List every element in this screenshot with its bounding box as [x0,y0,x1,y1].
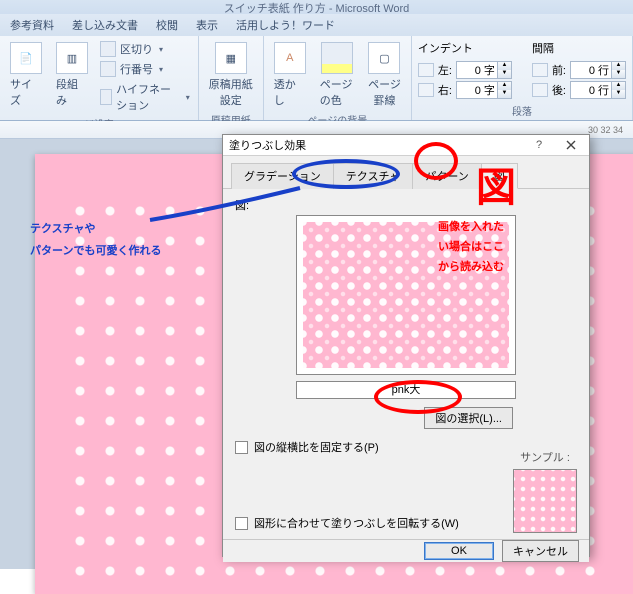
line-numbers-label: 行番号 [120,61,153,77]
ribbon-tab-mailings[interactable]: 差し込み文書 [72,17,138,33]
cancel-button[interactable]: キャンセル [502,540,579,562]
lock-aspect-checkbox[interactable] [235,441,248,454]
ribbon-group-paragraph: インデント 左: ▲▼ 右: ▲▼ 間隔 前: ▲▼ [412,36,633,120]
watermark-button[interactable]: A 透かし [270,40,310,110]
sample-swatch [513,469,577,533]
group-label-paragraph: 段落 [418,101,626,120]
dialog-help-button[interactable]: ? [527,135,551,155]
genkou-button[interactable]: ▦ 原稿用紙 設定 [205,40,257,110]
dialog-button-row: OK キャンセル [223,539,589,562]
ribbon-tab-references[interactable]: 参考資料 [10,17,54,33]
chevron-down-icon: ▾ [159,45,163,54]
spin-up[interactable]: ▲ [611,62,625,70]
page-border-button[interactable]: ▢ ページ 罫線 [364,40,405,110]
genkou-label: 原稿用紙 設定 [209,76,253,108]
window-title: スイッチ表紙 作り方 - Microsoft Word [0,0,633,14]
breaks-label: 区切り [120,41,153,57]
ribbon: 📄 サイズ ▥ 段組み 区切り▾ 行番号▾ ハイフネーション▾ ジ設定 ▦ 原稿… [0,36,633,121]
ribbon-group-page-bg: A 透かし ページの色 ▢ ページ 罫線 ページの背景 [264,36,412,120]
ribbon-tab-review[interactable]: 校閲 [156,17,178,33]
tab-gradient[interactable]: グラデーション [231,163,334,189]
spin-up[interactable]: ▲ [611,82,625,90]
indent-left-spinner[interactable]: ▲▼ [456,61,512,79]
indent-right-input[interactable] [457,82,497,98]
ribbon-tabs: 参考資料 差し込み文書 校閲 表示 活用しよう！ワード [0,14,633,36]
picture-preview [303,222,509,368]
watermark-icon: A [274,42,306,74]
spin-down[interactable]: ▼ [497,90,511,98]
picture-preview-frame [296,215,516,375]
ribbon-tab-addin[interactable]: 活用しよう！ワード [236,17,335,33]
page-border-icon: ▢ [368,42,400,74]
spin-down[interactable]: ▼ [611,70,625,78]
chevron-down-icon: ▾ [186,93,190,102]
close-icon [566,140,576,150]
size-button-label: サイズ [10,76,42,108]
spin-down[interactable]: ▼ [497,70,511,78]
columns-button-label: 段組み [56,76,88,108]
lock-aspect-label: 図の縦横比を固定する(P) [254,439,379,455]
dialog-close-button[interactable] [559,135,583,155]
spacing-before-input[interactable] [571,62,611,78]
ribbon-tab-view[interactable]: 表示 [196,17,218,33]
tab-texture[interactable]: テクスチャ [333,163,414,189]
tab-pattern[interactable]: パターン [412,163,481,189]
ribbon-group-page-setup: 📄 サイズ ▥ 段組み 区切り▾ 行番号▾ ハイフネーション▾ ジ設定 [0,36,199,120]
dialog-body: 図: pnk大 図の選択(L)... 図の縦横比を固定する(P) 図形に合わせて… [223,189,589,539]
indent-right-spinner[interactable]: ▲▼ [456,81,512,99]
page-border-label: ページ 罫線 [368,76,401,108]
spacing-after-spinner[interactable]: ▲▼ [570,81,626,99]
dialog-titlebar: 塗りつぶし効果 ? [223,135,589,156]
fill-effects-dialog: 塗りつぶし効果 ? グラデーション テクスチャ パターン 図 図: pnk大 図… [222,134,590,557]
spacing-before-label: 前: [552,62,566,78]
indent-right-label: 右: [438,82,452,98]
columns-button[interactable]: ▥ 段組み [52,40,92,110]
picture-section-label: 図: [235,197,577,213]
hyphenation-label: ハイフネーション [116,81,180,113]
breaks-icon [100,41,116,57]
hyphenation-icon [100,89,112,105]
dialog-title: 塗りつぶし効果 [229,137,306,153]
ribbon-group-genkou: ▦ 原稿用紙 設定 原稿用紙 [199,36,264,120]
genkou-icon: ▦ [215,42,247,74]
spacing-after-input[interactable] [571,82,611,98]
indent-title: インデント [418,40,512,56]
page-color-icon [321,42,353,74]
size-button[interactable]: 📄 サイズ [6,40,46,110]
page-color-button[interactable]: ページの色 [316,40,358,110]
dialog-tabs: グラデーション テクスチャ パターン 図 [223,156,589,189]
indent-left-icon [418,63,434,77]
select-picture-button[interactable]: 図の選択(L)... [424,407,513,429]
page-color-label: ページの色 [320,76,354,108]
spin-up[interactable]: ▲ [497,62,511,70]
rotate-fill-checkbox[interactable] [235,517,248,530]
sample-area: サンプル : [513,449,577,533]
columns-icon: ▥ [56,42,88,74]
indent-right-icon [418,83,434,97]
spacing-after-label: 後: [552,82,566,98]
watermark-label: 透かし [274,76,306,108]
indent-left-label: 左: [438,62,452,78]
line-numbers-icon [100,61,116,77]
spacing-before-icon [532,63,548,77]
line-numbers-button[interactable]: 行番号 ▾ [98,60,192,78]
hyphenation-button[interactable]: ハイフネーション ▾ [98,80,192,114]
spacing-title: 間隔 [532,40,626,56]
spacing-after-icon [532,83,548,97]
rotate-fill-label: 図形に合わせて塗りつぶしを回転する(W) [254,515,459,531]
spacing-before-spinner[interactable]: ▲▼ [570,61,626,79]
ok-button[interactable]: OK [424,542,494,560]
chevron-down-icon: ▾ [159,65,163,74]
sample-label: サンプル : [513,449,577,465]
breaks-button[interactable]: 区切り ▾ [98,40,192,58]
page-size-icon: 📄 [10,42,42,74]
spin-down[interactable]: ▼ [611,90,625,98]
picture-name-box: pnk大 [296,381,516,399]
spin-up[interactable]: ▲ [497,82,511,90]
tab-picture[interactable]: 図 [481,163,518,189]
indent-left-input[interactable] [457,62,497,78]
